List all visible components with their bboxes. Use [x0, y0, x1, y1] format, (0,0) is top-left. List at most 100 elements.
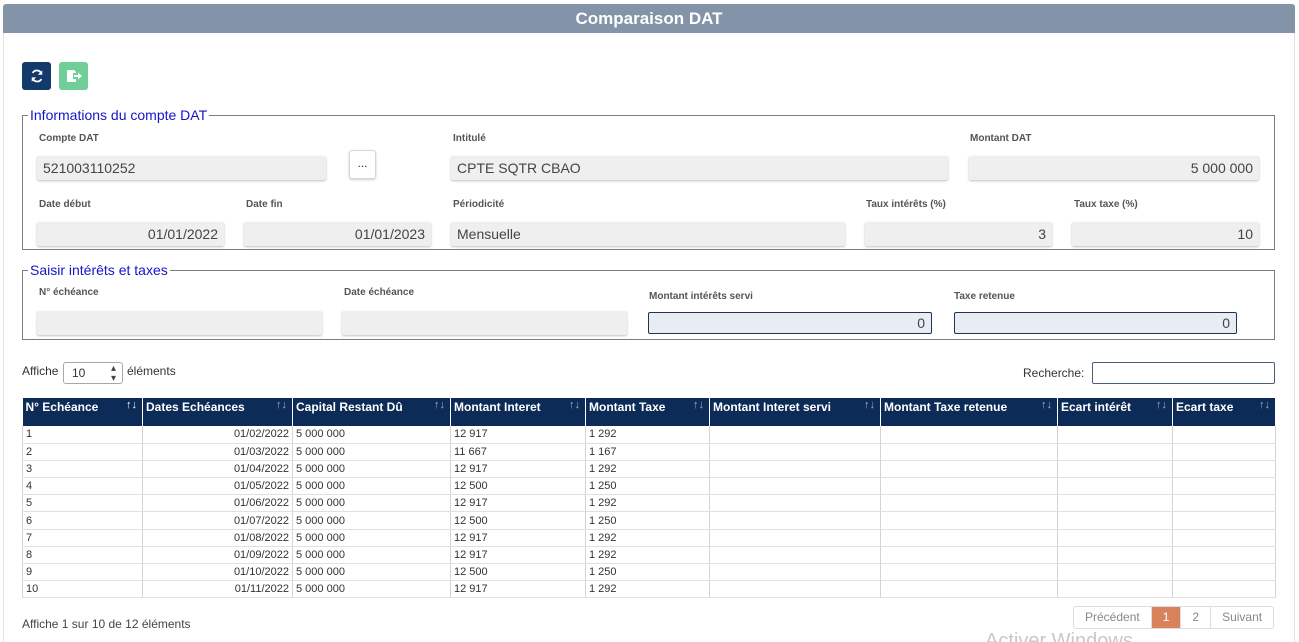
table-row[interactable]: 7 01/08/2022 5 000 000 12 917 1 292	[22, 529, 1276, 547]
date-fin-field[interactable]: 01/01/2023	[244, 222, 431, 246]
column-header[interactable]: Montant Interet ↑↓	[450, 398, 586, 426]
sort-icon: ↑↓	[276, 399, 287, 411]
sort-icon: ↑↓	[864, 399, 875, 411]
table-cell: 01/09/2022	[142, 546, 293, 565]
table-cell	[1057, 580, 1173, 599]
sort-icon: ↑↓	[1259, 399, 1270, 411]
page-1-button[interactable]: 1	[1151, 607, 1182, 628]
table-cell: 12 917	[450, 546, 586, 565]
column-header[interactable]: N° Echéance ↑↓	[22, 398, 143, 426]
column-header[interactable]: Ecart taxe ↑↓	[1172, 398, 1276, 426]
table-cell	[880, 529, 1058, 547]
table-cell: 12 917	[450, 494, 586, 513]
table-cell: 1 292	[585, 580, 710, 599]
taxe-retenue-label: Taxe retenue	[954, 291, 1015, 302]
sort-icon: ↑↓	[569, 399, 580, 411]
table-cell	[1172, 563, 1276, 582]
table-cell	[709, 511, 881, 530]
table-cell: 12 500	[450, 563, 586, 582]
refresh-icon	[31, 69, 42, 83]
table-row[interactable]: 6 01/07/2022 5 000 000 12 500 1 250	[22, 511, 1276, 530]
column-header[interactable]: Montant Taxe retenue ↑↓	[880, 398, 1058, 426]
date-echeance-label: Date échéance	[344, 287, 415, 298]
intitule-label: Intitulé	[453, 133, 486, 144]
column-header[interactable]: Capital Restant Dû ↑↓	[292, 398, 451, 426]
table-cell	[880, 563, 1058, 582]
date-echeance-field[interactable]	[342, 311, 627, 335]
table-cell: 01/04/2022	[142, 460, 293, 479]
taux-interets-label: Taux intérêts (%)	[866, 199, 946, 210]
table-cell: 12 917	[450, 529, 586, 547]
table-cell	[1057, 494, 1173, 513]
taux-taxe-field[interactable]: 10	[1072, 222, 1259, 246]
table-cell	[880, 546, 1058, 565]
date-debut-field[interactable]: 01/01/2022	[37, 222, 224, 246]
column-header[interactable]: Dates Echéances ↑↓	[142, 398, 293, 426]
table-cell: 01/07/2022	[142, 511, 293, 530]
table-cell: 11 667	[450, 443, 586, 461]
table-cell: 1	[22, 426, 143, 444]
table-row[interactable]: 10 01/11/2022 5 000 000 12 917 1 292	[22, 580, 1276, 599]
intitule-field[interactable]: CPTE SQTR CBAO	[451, 156, 948, 180]
pagination: Précédent 1 2 Suivant	[1073, 606, 1275, 629]
next-button[interactable]: Suivant	[1211, 607, 1273, 628]
table-cell	[880, 426, 1058, 444]
table-row[interactable]: 3 01/04/2022 5 000 000 12 917 1 292	[22, 460, 1276, 479]
table-row[interactable]: 9 01/10/2022 5 000 000 12 500 1 250	[22, 563, 1276, 582]
date-debut-label: Date début	[39, 199, 91, 210]
compte-field[interactable]: 521003110252	[37, 156, 326, 180]
table-cell: 1 250	[585, 511, 710, 530]
table-cell: 01/08/2022	[142, 529, 293, 547]
column-header[interactable]: Montant Taxe ↑↓	[585, 398, 710, 426]
table-cell	[1057, 426, 1173, 444]
table-cell: 5 000 000	[292, 443, 451, 461]
table-cell: 01/10/2022	[142, 563, 293, 582]
previous-button[interactable]: Précédent	[1074, 607, 1152, 628]
sort-icon: ↑↓	[434, 399, 445, 411]
table-cell	[1057, 529, 1173, 547]
table-cell	[880, 477, 1058, 496]
table-cell	[709, 494, 881, 513]
table-cell	[880, 494, 1058, 513]
table-cell	[1172, 546, 1276, 565]
taux-interets-field[interactable]: 3	[865, 222, 1052, 246]
montant-servi-field[interactable]: 0	[648, 312, 932, 334]
table-cell	[1172, 426, 1276, 444]
page-2-button[interactable]: 2	[1181, 607, 1212, 628]
column-header[interactable]: Ecart intérêt ↑↓	[1057, 398, 1173, 426]
sort-icon: ↑↓	[1041, 399, 1052, 411]
table-cell: 12 500	[450, 511, 586, 530]
sort-updown-icon: ▴ ▾	[110, 363, 116, 384]
table-cell: 1 292	[585, 546, 710, 565]
montant-field[interactable]: 5 000 000	[969, 156, 1259, 180]
table-cell	[880, 443, 1058, 461]
table-cell: 10	[22, 580, 143, 599]
table-row[interactable]: 1 01/02/2022 5 000 000 12 917 1 292	[22, 426, 1276, 444]
compte-label: Compte DAT	[39, 133, 99, 144]
echeance-field[interactable]	[37, 311, 322, 335]
table-row[interactable]: 8 01/09/2022 5 000 000 12 917 1 292	[22, 546, 1276, 565]
table-cell: 8	[22, 546, 143, 565]
table-cell	[709, 426, 881, 444]
table-cell: 1 250	[585, 563, 710, 582]
page-length-select[interactable]: 10 ▴ ▾	[63, 362, 123, 384]
column-header[interactable]: Montant Interet servi ↑↓	[709, 398, 881, 426]
table-cell: 1 292	[585, 529, 710, 547]
table-row[interactable]: 4 01/05/2022 5 000 000 12 500 1 250	[22, 477, 1276, 496]
periodicite-field[interactable]: Mensuelle	[451, 222, 845, 246]
taxe-retenue-field[interactable]: 0	[954, 312, 1237, 334]
search-input[interactable]	[1092, 362, 1275, 384]
page-length-value: 10	[72, 366, 86, 380]
table-cell: 01/02/2022	[142, 426, 293, 444]
table-cell: 12 917	[450, 426, 586, 444]
table-row[interactable]: 2 01/03/2022 5 000 000 11 667 1 167	[22, 443, 1276, 461]
table-row[interactable]: 5 01/06/2022 5 000 000 12 917 1 292	[22, 494, 1276, 513]
refresh-button[interactable]	[22, 62, 51, 90]
export-button[interactable]	[59, 62, 88, 90]
table-cell: 5 000 000	[292, 580, 451, 599]
lookup-button[interactable]: ...	[349, 150, 376, 179]
table-cell	[1172, 529, 1276, 547]
table-cell	[709, 443, 881, 461]
table-cell	[880, 460, 1058, 479]
table-cell: 01/06/2022	[142, 494, 293, 513]
